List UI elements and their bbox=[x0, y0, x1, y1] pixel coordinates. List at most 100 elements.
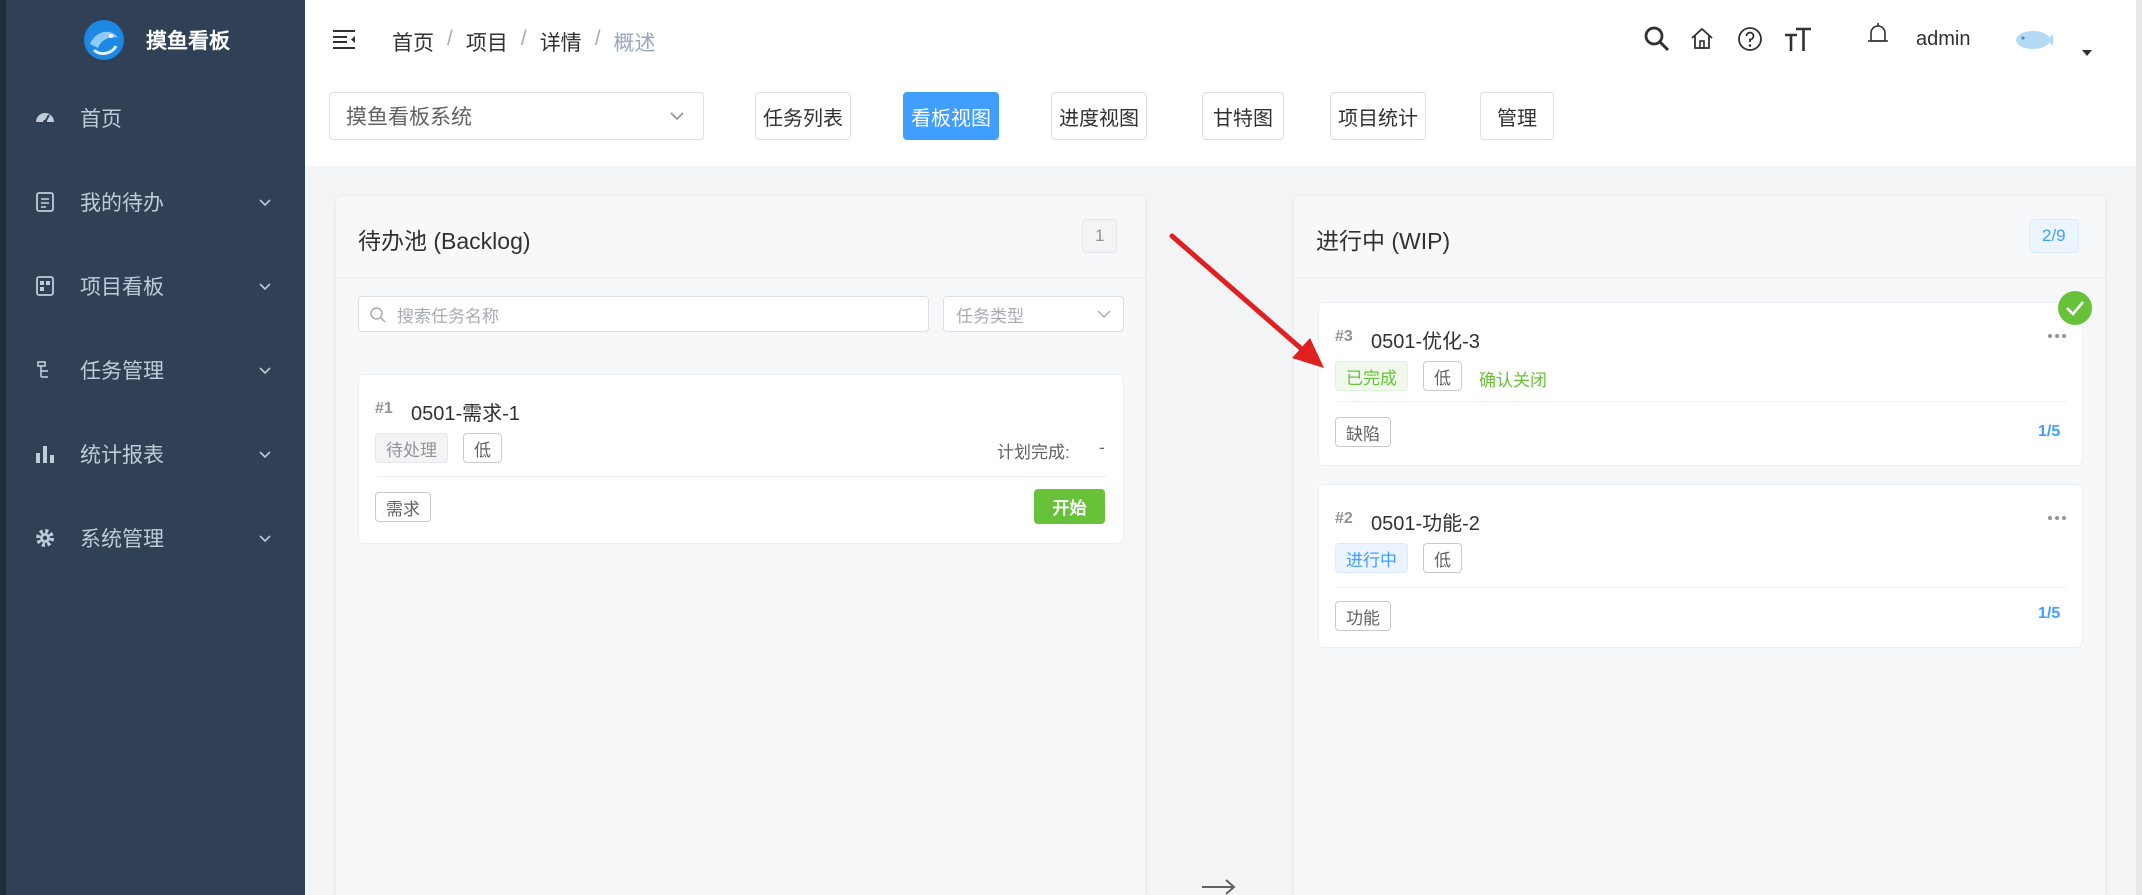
chevron-down-icon bbox=[259, 367, 271, 375]
sidebar-item-label: 项目看板 bbox=[80, 276, 164, 299]
search-input[interactable]: 搜索任务名称 bbox=[358, 296, 929, 332]
priority-tag: 低 bbox=[1423, 543, 1462, 573]
breadcrumb: 首页 / 项目 / 详情 / 概述 bbox=[392, 27, 656, 57]
task-name[interactable]: 0501-优化-3 bbox=[1371, 325, 1480, 354]
subtask-progress: 1/5 bbox=[2038, 423, 2061, 440]
dashboard-icon bbox=[36, 113, 54, 124]
project-select[interactable]: 摸鱼看板系统 bbox=[329, 92, 704, 140]
chevron-down-icon bbox=[259, 451, 271, 459]
plan-finish-value: - bbox=[1099, 438, 1105, 457]
sidebar-item-project-board[interactable]: 项目看板 bbox=[0, 244, 305, 328]
card-divider bbox=[1335, 587, 2066, 588]
brand[interactable]: 摸鱼看板 bbox=[80, 16, 230, 64]
task-number: #1 bbox=[375, 400, 393, 417]
gear-icon bbox=[36, 529, 54, 547]
tab-manage[interactable]: 管理 bbox=[1480, 92, 1554, 140]
help-icon[interactable] bbox=[1735, 24, 1765, 54]
breadcrumb-project[interactable]: 项目 bbox=[466, 27, 508, 57]
sidebar-item-label: 统计报表 bbox=[80, 444, 164, 467]
avatar[interactable] bbox=[2013, 24, 2053, 56]
breadcrumb-current: 概述 bbox=[613, 32, 656, 55]
sidebar: 摸鱼看板 首页 我的待办 项目看板 任务管理 统计报表 系统管理 bbox=[0, 0, 305, 895]
board-icon bbox=[36, 276, 54, 296]
caret-down-icon[interactable] bbox=[2080, 48, 2094, 58]
annotation-arrow bbox=[1169, 233, 1324, 368]
chevron-down-icon bbox=[259, 283, 271, 291]
sidebar-item-statistics[interactable]: 统计报表 bbox=[0, 412, 305, 496]
username[interactable]: admin bbox=[1916, 28, 1970, 51]
project-select-value: 摸鱼看板系统 bbox=[346, 106, 472, 129]
project-toolbar: 摸鱼看板系统 任务列表 看板视图 进度视图 甘特图 项目统计 管理 bbox=[305, 78, 2142, 166]
status-tag: 已完成 bbox=[1335, 361, 1408, 391]
breadcrumb-detail[interactable]: 详情 bbox=[540, 27, 582, 57]
breadcrumb-separator: / bbox=[520, 27, 527, 50]
top-navbar: 首页 / 项目 / 详情 / 概述 admin bbox=[305, 0, 2142, 78]
type-tag: 功能 bbox=[1335, 601, 1391, 631]
wip-column: 进行中 (WIP) 2/9 #3 0501-优化-3 已完成 低 确认关闭 缺陷… bbox=[1294, 196, 2105, 895]
bar-chart-icon bbox=[36, 446, 54, 463]
arrow-right-icon bbox=[1202, 879, 1236, 895]
column-header: 进行中 (WIP) 2/9 bbox=[1294, 196, 2105, 278]
subtask-progress: 1/5 bbox=[2038, 605, 2061, 622]
bell-icon[interactable] bbox=[1863, 20, 1893, 50]
priority-tag: 低 bbox=[463, 433, 502, 463]
tab-progress-view[interactable]: 进度视图 bbox=[1051, 92, 1147, 140]
card-divider bbox=[1335, 401, 2066, 402]
confirm-close-link[interactable]: 确认关闭 bbox=[1479, 366, 1547, 391]
more-icon[interactable] bbox=[2047, 515, 2067, 521]
backlog-column: 待办池 (Backlog) 1 搜索任务名称 任务类型 #1 0501-需求-1… bbox=[336, 196, 1145, 895]
sidebar-item-label: 任务管理 bbox=[80, 360, 164, 383]
sidebar-item-home[interactable]: 首页 bbox=[0, 76, 305, 160]
task-card[interactable]: #2 0501-功能-2 进行中 低 功能 1/5 bbox=[1318, 484, 2083, 648]
sidebar-item-my-todo[interactable]: 我的待办 bbox=[0, 160, 305, 244]
chevron-down-icon bbox=[259, 199, 271, 207]
task-card[interactable]: #1 0501-需求-1 待处理 低 计划完成: - 需求 开始 bbox=[358, 374, 1124, 544]
sidebar-item-label: 我的待办 bbox=[80, 192, 164, 215]
type-tag: 缺陷 bbox=[1335, 417, 1391, 447]
tab-project-stats[interactable]: 项目统计 bbox=[1330, 92, 1426, 140]
priority-tag: 低 bbox=[1423, 361, 1462, 391]
task-number: #2 bbox=[1335, 510, 1353, 527]
font-size-icon[interactable] bbox=[1783, 24, 1813, 54]
search-icon bbox=[370, 307, 386, 323]
card-divider bbox=[375, 476, 1107, 477]
tab-gantt[interactable]: 甘特图 bbox=[1202, 92, 1284, 140]
plan-finish-label: 计划完成: bbox=[997, 443, 1070, 462]
home-icon[interactable] bbox=[1687, 24, 1717, 54]
task-name[interactable]: 0501-功能-2 bbox=[1371, 507, 1480, 536]
status-tag: 待处理 bbox=[375, 433, 448, 463]
todo-icon bbox=[36, 192, 54, 212]
sidebar-item-label: 系统管理 bbox=[80, 528, 164, 551]
task-name[interactable]: 0501-需求-1 bbox=[411, 397, 520, 426]
app-title: 摸鱼看板 bbox=[146, 30, 230, 53]
column-title: 待办池 (Backlog) bbox=[358, 228, 531, 254]
check-circle-icon bbox=[2058, 291, 2092, 325]
chevron-down-icon bbox=[670, 112, 684, 121]
search-icon[interactable] bbox=[1642, 24, 1672, 54]
tab-task-list[interactable]: 任务列表 bbox=[755, 92, 851, 140]
sidebar-item-task-management[interactable]: 任务管理 bbox=[0, 328, 305, 412]
sidebar-item-system[interactable]: 系统管理 bbox=[0, 496, 305, 580]
chevron-down-icon bbox=[1097, 310, 1111, 318]
tab-board-view[interactable]: 看板视图 bbox=[903, 92, 999, 140]
scrollbar[interactable] bbox=[2136, 0, 2142, 895]
count-badge: 1 bbox=[1082, 219, 1118, 253]
type-tag: 需求 bbox=[375, 492, 431, 522]
task-card[interactable]: #3 0501-优化-3 已完成 低 确认关闭 缺陷 1/5 bbox=[1318, 302, 2083, 466]
status-tag: 进行中 bbox=[1335, 543, 1408, 573]
hamburger-icon[interactable] bbox=[331, 26, 357, 52]
breadcrumb-separator: / bbox=[594, 27, 601, 50]
search-placeholder: 搜索任务名称 bbox=[397, 306, 499, 326]
start-button[interactable]: 开始 bbox=[1034, 489, 1105, 524]
sidebar-item-label: 首页 bbox=[80, 108, 122, 131]
fish-logo-icon bbox=[84, 20, 124, 60]
task-type-select[interactable]: 任务类型 bbox=[943, 296, 1124, 332]
tasks-icon bbox=[37, 361, 48, 378]
chevron-down-icon bbox=[259, 535, 271, 543]
column-header: 待办池 (Backlog) 1 bbox=[336, 196, 1145, 278]
breadcrumb-home[interactable]: 首页 bbox=[392, 27, 434, 57]
count-badge: 2/9 bbox=[2029, 219, 2079, 253]
task-type-placeholder: 任务类型 bbox=[956, 306, 1024, 326]
more-icon[interactable] bbox=[2047, 333, 2067, 339]
breadcrumb-separator: / bbox=[447, 27, 453, 50]
